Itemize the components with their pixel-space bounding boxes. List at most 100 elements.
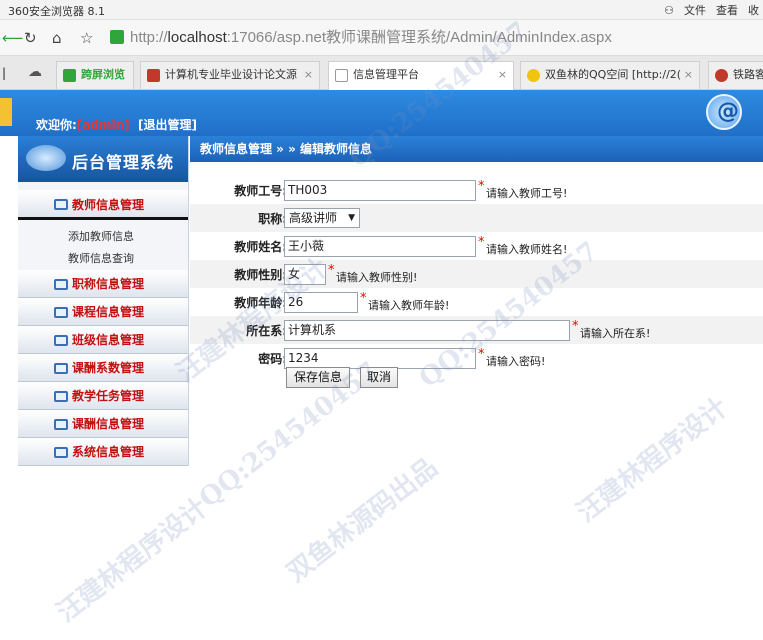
form-row-teacher-no: 教师工号: TH003 * 请输入教师工号! <box>190 176 763 204</box>
star-icon[interactable]: ☆ <box>80 29 93 47</box>
sidebar-title: 后台管理系统 <box>72 153 175 172</box>
sidebar-item-class[interactable]: 班级信息管理 <box>18 326 188 354</box>
gender-label: 教师性别: <box>234 268 287 282</box>
required-star: * <box>478 179 485 194</box>
url-prefix: http:// <box>130 29 168 46</box>
sidebar-title-bar: 后台管理系统 <box>18 136 188 182</box>
watermark: 汪建林程序设计 <box>51 492 214 629</box>
title-select[interactable]: 高级讲师 ▼ <box>284 208 360 228</box>
tab-label: 双鱼林的QQ空间 [http://2( <box>545 68 682 81</box>
name-input[interactable]: 王小薇 <box>284 236 476 257</box>
form-row-gender: 教师性别: 女 * 请输入教师性别! <box>190 260 763 288</box>
monitor-icon <box>54 419 68 430</box>
monitor-icon <box>54 391 68 402</box>
monitor-icon <box>54 307 68 318</box>
menu-view[interactable]: 查看 <box>716 2 738 18</box>
monitor-icon <box>54 279 68 290</box>
logout-link[interactable]: [退出管理] <box>138 118 197 132</box>
cancel-button[interactable]: 取消 <box>360 367 398 388</box>
tab-label: 跨屏浏览 <box>81 68 125 81</box>
tab-label: 计算机专业毕业设计论文源 <box>165 68 297 81</box>
teacher-no-hint: 请输入教师工号! <box>486 187 568 200</box>
required-star: * <box>360 291 367 306</box>
form-row-title: 职称: 高级讲师 ▼ <box>190 204 763 232</box>
gender-input[interactable]: 女 <box>284 264 326 285</box>
sidebar-subitem-query-teacher[interactable]: 教师信息查询 <box>18 248 188 270</box>
chevron-down-icon: ▼ <box>348 213 355 223</box>
form-row-dept: 所在系: 计算机系 * 请输入所在系! <box>190 316 763 344</box>
phone-icon <box>63 69 76 82</box>
tab-thesis[interactable]: 计算机专业毕业设计论文源 × <box>140 61 320 89</box>
sidebar-item-pay-info[interactable]: 课酬信息管理 <box>18 410 188 438</box>
home-icon[interactable]: ⌂ <box>52 29 62 47</box>
tab-railway[interactable]: 铁路客 <box>708 61 763 89</box>
url-host: localhost <box>167 29 227 46</box>
sidebar-item-label: 系统信息管理 <box>72 445 145 459</box>
railway-icon <box>715 69 728 82</box>
sidebar-subitem-add-teacher[interactable]: 添加教师信息 <box>18 226 188 248</box>
age-label: 教师年龄: <box>234 296 287 310</box>
sidebar-item-label: 教学任务管理 <box>72 389 145 403</box>
required-star: * <box>572 319 579 334</box>
close-icon[interactable]: × <box>304 62 313 88</box>
site-icon <box>147 69 160 82</box>
back-icon[interactable]: ⟵ <box>2 29 24 47</box>
required-star: * <box>478 347 485 362</box>
cloud-icon[interactable]: ☁ <box>28 64 42 80</box>
sidebar-item-label: 职称信息管理 <box>72 277 145 291</box>
user-icon[interactable]: ⚇ <box>664 4 674 17</box>
age-input[interactable]: 26 <box>284 292 358 313</box>
form-row-name: 教师姓名: 王小薇 * 请输入教师姓名! <box>190 232 763 260</box>
url-path: :17066/asp.net教师课酬管理系统/Admin/AdminIndex.… <box>226 29 612 46</box>
password-label: 密码: <box>258 352 287 366</box>
sidebar-item-label: 教师信息管理 <box>72 198 145 212</box>
refresh-icon[interactable]: ↻ <box>24 29 37 47</box>
username: [admin] <box>76 118 130 132</box>
gender-hint: 请输入教师性别! <box>336 271 418 284</box>
dept-input[interactable]: 计算机系 <box>284 320 570 341</box>
side-edge-tab[interactable] <box>0 98 12 126</box>
tab-info-platform[interactable]: 信息管理平台 × <box>328 61 514 90</box>
email-logo-icon: @ <box>706 94 742 130</box>
title-label: 职称: <box>258 212 287 226</box>
app-header: 欢迎你:[admin] [退出管理] @ <box>0 90 763 136</box>
monitor-icon <box>54 363 68 374</box>
age-hint: 请输入教师年龄! <box>368 299 450 312</box>
sidebar-item-label: 课酬信息管理 <box>72 417 145 431</box>
tab-qq-space[interactable]: 双鱼林的QQ空间 [http://2( × <box>520 61 700 89</box>
shield-icon <box>110 30 124 44</box>
dept-hint: 请输入所在系! <box>580 327 651 340</box>
fish-logo-icon <box>26 145 66 171</box>
url-input[interactable]: http://localhost:17066/asp.net教师课酬管理系统/A… <box>130 26 763 50</box>
qq-icon <box>527 69 540 82</box>
close-icon[interactable]: × <box>498 62 507 88</box>
sidebar-item-label: 课酬系数管理 <box>72 361 145 375</box>
sidebar-item-teaching-task[interactable]: 教学任务管理 <box>18 382 188 410</box>
sidebar-item-course[interactable]: 课程信息管理 <box>18 298 188 326</box>
monitor-icon <box>54 447 68 458</box>
sidebar-item-pay-coefficient[interactable]: 课酬系数管理 <box>18 354 188 382</box>
address-bar: ⟵ ↻ ⌂ ☆ http://localhost:17066/asp.net教师… <box>0 20 763 56</box>
tab-label: 铁路客 <box>733 68 763 81</box>
teacher-no-input[interactable]: TH003 <box>284 180 476 201</box>
name-hint: 请输入教师姓名! <box>486 243 568 256</box>
sidebar-item-teacher[interactable]: 教师信息管理 <box>18 190 188 220</box>
title-select-value: 高级讲师 <box>289 211 338 225</box>
tab-cross-screen[interactable]: 跨屏浏览 <box>56 61 134 89</box>
name-label: 教师姓名: <box>234 240 287 254</box>
menu-file[interactable]: 文件 <box>684 2 706 18</box>
sidebar-toggle-icon[interactable]: | <box>2 66 6 80</box>
password-input[interactable]: 1234 <box>284 348 476 369</box>
page-icon <box>335 69 348 82</box>
welcome-text: 欢迎你:[admin] [退出管理] <box>36 116 197 133</box>
breadcrumb: 教师信息管理 » » 编辑教师信息 <box>190 136 763 162</box>
menu-more[interactable]: 收 <box>748 2 759 18</box>
save-button[interactable]: 保存信息 <box>286 367 350 388</box>
close-icon[interactable]: × <box>684 62 693 88</box>
sidebar-item-system[interactable]: 系统信息管理 <box>18 438 188 466</box>
sidebar-item-label: 课程信息管理 <box>72 305 145 319</box>
teacher-no-label: 教师工号: <box>234 184 287 198</box>
sidebar-item-label: 班级信息管理 <box>72 333 145 347</box>
sidebar-item-title[interactable]: 职称信息管理 <box>18 270 188 298</box>
watermark: 汪建林程序设计 <box>571 392 734 529</box>
